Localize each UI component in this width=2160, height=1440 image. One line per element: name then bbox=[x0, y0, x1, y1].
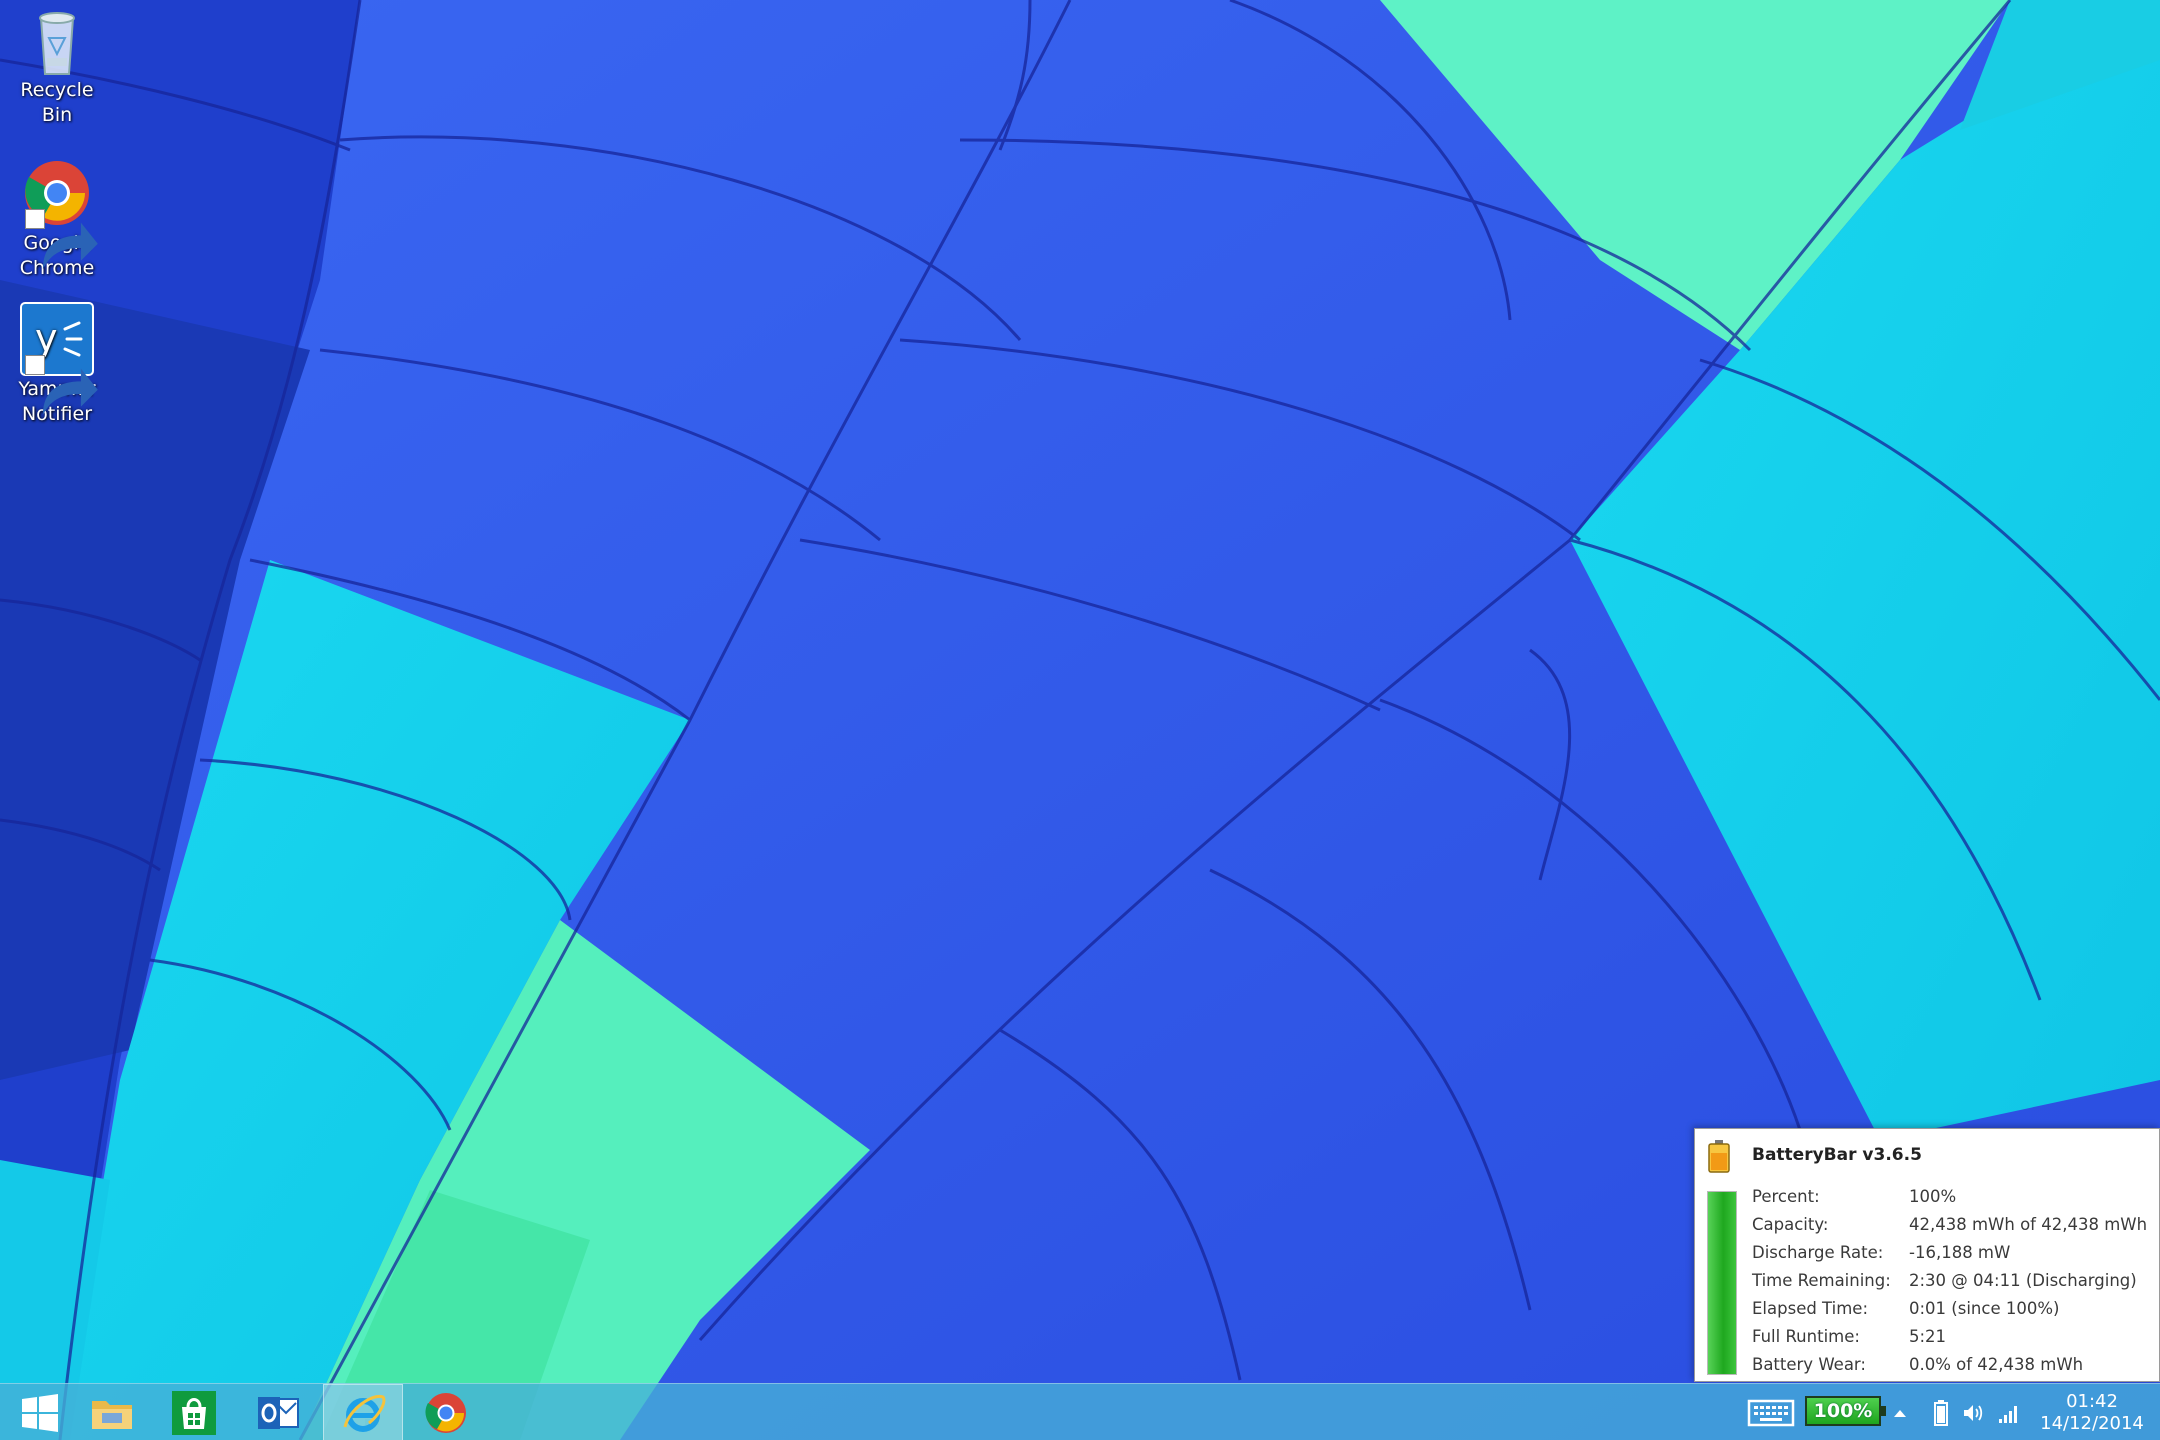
svg-text:y: y bbox=[35, 316, 58, 360]
batterybar-tray-percent: 100% bbox=[1813, 1400, 1873, 1422]
taskbar-store[interactable] bbox=[154, 1384, 234, 1440]
desktop[interactable]: Recycle Bin Google Chrome y bbox=[0, 0, 2160, 1440]
shortcut-arrow-icon bbox=[25, 355, 98, 416]
speaker-icon bbox=[1964, 1404, 1983, 1421]
stat-value: 0:01 (since 100%) bbox=[1909, 1299, 2060, 1318]
tray-clock[interactable]: 01:42 14/12/2014 bbox=[2030, 1384, 2154, 1440]
taskbar-file-explorer[interactable] bbox=[72, 1384, 152, 1440]
batterybar-tray-meter[interactable]: 100% bbox=[1805, 1396, 1886, 1426]
shortcut-arrow-icon bbox=[25, 209, 98, 270]
stat-label: Elapsed Time: bbox=[1752, 1299, 1868, 1318]
taskbar-internet-explorer[interactable] bbox=[323, 1384, 403, 1440]
outlook-icon bbox=[258, 1396, 299, 1429]
battery-icon bbox=[1708, 1140, 1730, 1173]
stat-label: Capacity: bbox=[1752, 1215, 1829, 1234]
yammer-icon: y bbox=[19, 301, 98, 416]
stat-value: 0.0% of 42,438 mWh bbox=[1909, 1355, 2084, 1374]
stat-label: Battery Wear: bbox=[1752, 1355, 1866, 1374]
stat-value: 100% bbox=[1909, 1187, 1957, 1206]
stat-label: Discharge Rate: bbox=[1752, 1243, 1884, 1262]
tray-battery-button[interactable] bbox=[1926, 1384, 1956, 1440]
stat-value: 5:21 bbox=[1909, 1327, 1947, 1346]
store-icon bbox=[172, 1390, 216, 1435]
show-hidden-icons-button[interactable] bbox=[1886, 1384, 1914, 1440]
windows-logo-icon bbox=[22, 1393, 58, 1432]
wifi-signal-icon bbox=[1999, 1405, 2017, 1423]
taskbar-chrome[interactable] bbox=[406, 1384, 486, 1440]
stat-value: 42,438 mWh of 42,438 mWh bbox=[1909, 1215, 2148, 1234]
clock-time: 01:42 bbox=[2066, 1390, 2118, 1412]
ie-icon bbox=[343, 1394, 386, 1432]
tray-volume-button[interactable] bbox=[1958, 1384, 1988, 1440]
stat-label: Full Runtime: bbox=[1752, 1327, 1860, 1346]
tray-network-button[interactable] bbox=[1992, 1384, 2024, 1440]
chrome-icon bbox=[19, 155, 98, 270]
recycle-bin-label: Recycle Bin bbox=[20, 79, 94, 126]
folder-icon bbox=[92, 1400, 132, 1429]
start-button[interactable] bbox=[0, 1384, 80, 1440]
stat-label: Time Remaining: bbox=[1752, 1271, 1891, 1290]
chevron-up-icon bbox=[1894, 1409, 1906, 1417]
yammer-notifier-shortcut[interactable]: y Yammer Notifier bbox=[4, 301, 110, 427]
keyboard-icon bbox=[1747, 1399, 1795, 1426]
popup-title: BatteryBar v3.6.5 bbox=[1752, 1145, 1922, 1165]
recycle-bin-icon bbox=[19, 2, 95, 78]
recycle-bin-shortcut[interactable]: Recycle Bin bbox=[4, 2, 110, 128]
batterybar-popup: BatteryBar v3.6.5 Percent: 100% Capacity… bbox=[1694, 1128, 2160, 1382]
battery-icon bbox=[1934, 1399, 1948, 1426]
touch-keyboard-button[interactable] bbox=[1745, 1384, 1797, 1440]
stat-value: 2:30 @ 04:11 (Discharging) bbox=[1909, 1271, 2137, 1290]
taskbar-outlook[interactable] bbox=[238, 1384, 318, 1440]
stat-label: Percent: bbox=[1752, 1187, 1820, 1206]
clock-date: 14/12/2014 bbox=[2040, 1412, 2144, 1434]
google-chrome-shortcut[interactable]: Google Chrome bbox=[4, 155, 110, 281]
battery-charge-meter-fill bbox=[1708, 1192, 1736, 1374]
chrome-icon bbox=[425, 1392, 466, 1433]
battery-charge-meter bbox=[1707, 1191, 1737, 1375]
stat-value: -16,188 mW bbox=[1909, 1243, 2011, 1262]
taskbar: 100% 01:42 14/12/2014 bbox=[0, 1383, 2160, 1440]
